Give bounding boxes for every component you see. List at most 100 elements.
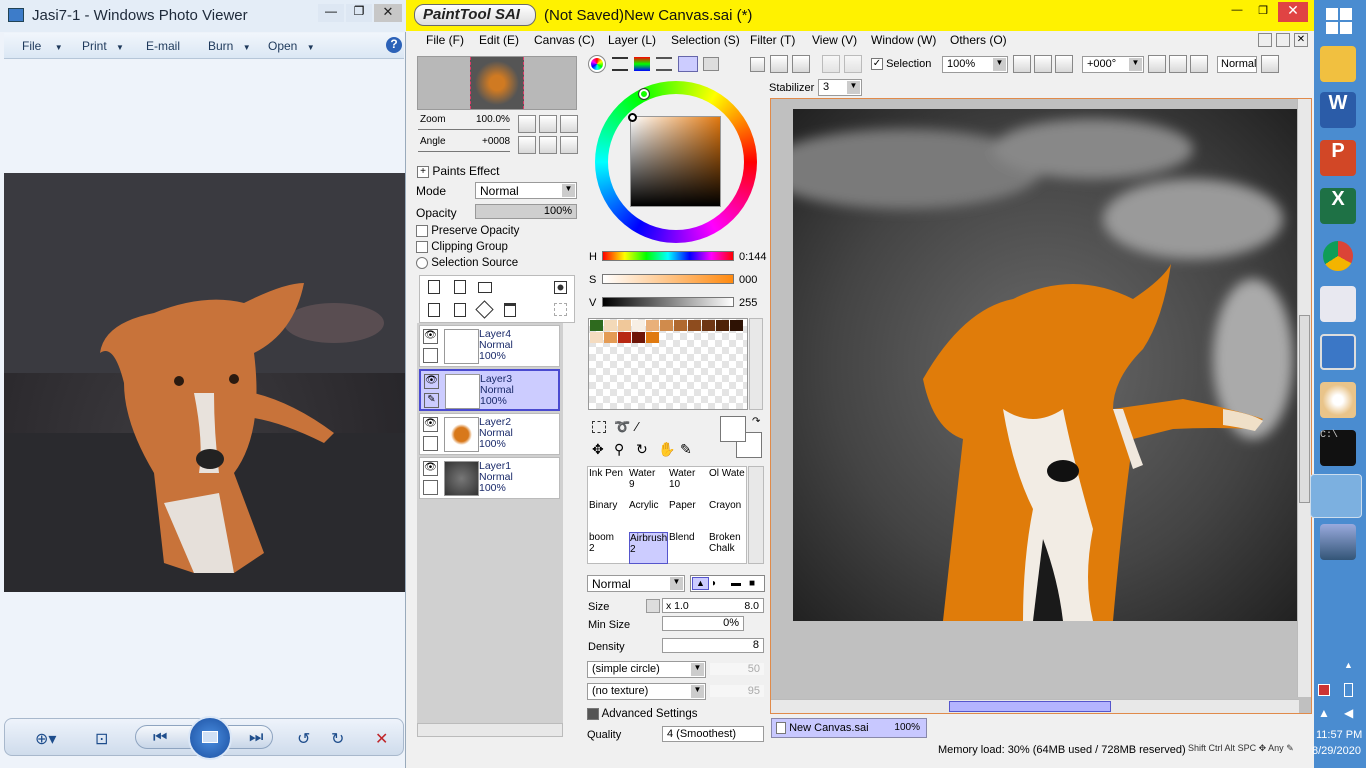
excel-icon[interactable]: X [1320, 188, 1356, 224]
hsv-slider-tab[interactable] [634, 57, 650, 71]
rotate-reset-button[interactable] [560, 136, 578, 154]
zoom-icon[interactable]: ⊕▾ [35, 729, 56, 749]
menu-file[interactable]: File (F) [426, 33, 464, 47]
invert-selection-button[interactable] [844, 55, 862, 73]
menu-edit[interactable]: Edit (E) [479, 33, 519, 47]
close-button[interactable]: ✕ [1278, 2, 1308, 22]
menu-layer[interactable]: Layer (L) [608, 33, 656, 47]
delete-icon[interactable]: ✕ [375, 729, 388, 749]
brush-oil-water[interactable]: Ol Wate [709, 468, 748, 500]
rotate-left-button[interactable] [518, 136, 536, 154]
vscroll-thumb[interactable] [1299, 315, 1310, 503]
menu-print[interactable]: Print ▼ [82, 39, 124, 53]
menu-file[interactable]: File ▼ [22, 39, 63, 53]
paint-tool-sai-icon[interactable] [1310, 474, 1362, 518]
canvas-tab[interactable]: New Canvas.sai 100% [771, 718, 927, 738]
powerpoint-icon[interactable]: P [1320, 140, 1356, 176]
color-swatch[interactable] [632, 320, 645, 331]
rotate-left-button[interactable] [1148, 55, 1166, 73]
selection-checkbox[interactable]: ✓ Selection [871, 58, 931, 71]
menu-selection[interactable]: Selection (S) [671, 33, 740, 47]
redo-button[interactable] [792, 55, 810, 73]
color-swatch[interactable] [618, 332, 631, 343]
color-swatch[interactable] [618, 320, 631, 331]
remote-desktop-icon[interactable] [1320, 334, 1356, 370]
saturation-value-square[interactable] [630, 116, 721, 207]
restore-button[interactable]: ❐ [1252, 4, 1274, 20]
min-size-slider[interactable]: 0% [662, 616, 744, 631]
drawing-canvas[interactable] [793, 109, 1297, 621]
clock-time[interactable]: 11:57 PM [1316, 729, 1362, 741]
color-swatch[interactable] [730, 320, 743, 331]
canvas-viewport[interactable] [770, 98, 1312, 714]
menu-window[interactable]: Window (W) [871, 33, 936, 47]
advanced-settings-toggle[interactable]: Advanced Settings [587, 708, 697, 720]
color-swatch[interactable] [646, 320, 659, 331]
menu-canvas[interactable]: Canvas (C) [534, 33, 595, 47]
shape-round-icon[interactable]: ◗ [711, 578, 717, 589]
brush-ink-pen[interactable]: Ink Pen [589, 468, 628, 500]
zoom-out-button[interactable] [1013, 55, 1031, 73]
trash-icon[interactable] [504, 303, 516, 317]
hand-icon[interactable]: ✋ [658, 441, 675, 458]
value-slider[interactable] [602, 297, 734, 307]
minimize-button[interactable]: — [318, 4, 344, 22]
word-icon[interactable]: W [1320, 92, 1356, 128]
brush-paper[interactable]: Paper [669, 500, 708, 532]
shape-strength-value[interactable]: 50 [710, 663, 764, 675]
merge-down-icon[interactable] [454, 303, 466, 317]
angle-slider[interactable] [418, 148, 510, 152]
size-multiplier[interactable] [646, 599, 660, 613]
brush-binary[interactable]: Binary [589, 500, 628, 532]
color-swatch[interactable] [604, 320, 617, 331]
foreground-color[interactable] [720, 416, 746, 442]
layer-mask-icon[interactable] [554, 281, 567, 294]
zoom-in-button[interactable] [1034, 55, 1052, 73]
swap-colors-icon[interactable]: ↷ [752, 416, 760, 427]
selection-source-radio[interactable]: Selection Source [416, 257, 518, 269]
zoom-reset-button[interactable] [560, 115, 578, 133]
minimize-button[interactable]: — [1226, 4, 1248, 20]
mdi-close-button[interactable]: ✕ [1294, 33, 1308, 47]
color-mixer-tab[interactable] [656, 57, 672, 71]
rotate-right-button[interactable] [539, 136, 557, 154]
canvas-vscrollbar[interactable] [1297, 99, 1311, 697]
start-icon[interactable] [1326, 8, 1352, 34]
brush-water[interactable]: Water 9 [629, 468, 668, 500]
layer-lock-icon[interactable] [423, 480, 438, 495]
preserve-opacity-checkbox[interactable]: Preserve Opacity [416, 225, 519, 237]
brush-size-slider[interactable]: x 1.0 8.0 [662, 598, 764, 613]
cmd-icon[interactable]: C:\ [1320, 430, 1356, 466]
layer-item[interactable]: 👁 Layer2 Normal 100% [419, 413, 560, 455]
paints-effect-toggle[interactable]: + Paints Effect [417, 164, 500, 178]
color-swatch[interactable] [674, 320, 687, 331]
swatch-scrollbar[interactable] [749, 318, 763, 410]
layer-mode-select[interactable]: Normal ▼ [475, 182, 577, 199]
density-slider[interactable]: 8 [662, 638, 764, 653]
brush-acrylic[interactable]: Acrylic [629, 500, 668, 532]
color-swatch[interactable] [590, 332, 603, 343]
slideshow-button[interactable] [188, 716, 232, 760]
undo-button[interactable] [770, 55, 788, 73]
rotate-right-icon[interactable]: ↻ [331, 729, 344, 749]
layer-item[interactable]: 👁 Layer1 Normal 100% [419, 457, 560, 499]
swatches-tab[interactable] [678, 56, 698, 72]
zoom-tool-icon[interactable]: ⚲ [614, 441, 624, 458]
color-swatch[interactable] [646, 332, 659, 343]
rotate-reset-button[interactable] [1190, 55, 1208, 73]
brush-crayon[interactable]: Crayon [709, 500, 748, 532]
color-swatch[interactable] [660, 320, 673, 331]
eye-icon[interactable]: 👁 [423, 461, 438, 476]
color-swatch[interactable] [716, 320, 729, 331]
menu-filter[interactable]: Filter (T) [750, 33, 795, 47]
color-swatch[interactable] [632, 332, 645, 343]
layer-lock-icon[interactable] [423, 348, 438, 363]
apply-mask-icon[interactable] [554, 303, 567, 316]
navigator-preview[interactable] [417, 56, 577, 110]
clock-date[interactable]: 8/29/2020 [1312, 745, 1361, 757]
zoom-slider[interactable] [418, 126, 510, 130]
layer-item[interactable]: 👁 ✎ Layer3 Normal 100% [419, 369, 560, 411]
snipping-tool-icon[interactable] [1320, 286, 1356, 322]
color-picker-handle[interactable] [628, 113, 637, 122]
brush-broken-chalk[interactable]: Broken Chalk [709, 532, 748, 564]
